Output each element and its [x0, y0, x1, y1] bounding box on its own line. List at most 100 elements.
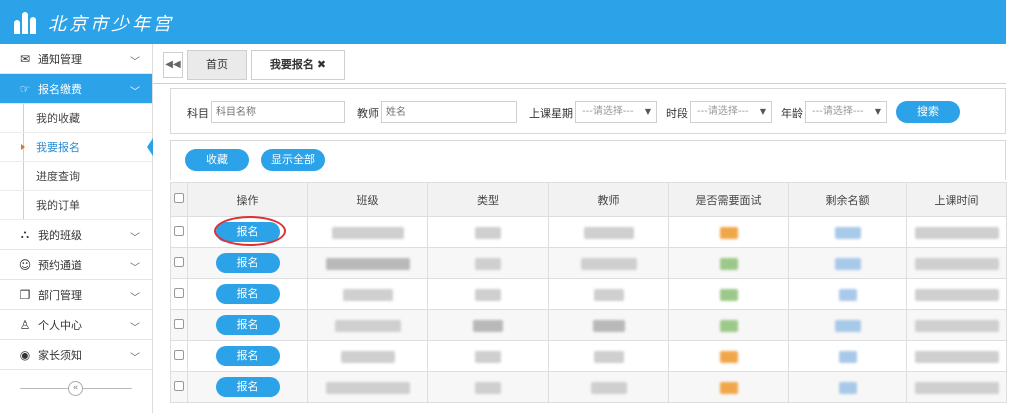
subject-label: 科目	[187, 107, 209, 120]
sidebar-item-notice[interactable]: ✉ 通知管理 ﹀	[0, 44, 152, 74]
table-row: 报名	[170, 247, 1007, 279]
current-arrow-icon	[21, 144, 25, 150]
sidebar-subitem-label: 我的订单	[36, 199, 80, 212]
double-chevron-left-icon[interactable]: «	[68, 381, 83, 396]
sidebar-item-registration[interactable]: ☞ 报名缴费 ﹀	[0, 74, 152, 104]
tab-signup[interactable]: 我要报名 ✖	[251, 50, 345, 80]
handshake-icon: ☺	[18, 257, 32, 272]
redacted-class	[340, 350, 395, 363]
logo-icon	[14, 12, 42, 34]
redacted-class	[331, 226, 404, 239]
redacted-class	[334, 319, 401, 332]
signup-button[interactable]: 报名	[215, 222, 280, 242]
sidebar-item-label: 通知管理	[38, 52, 82, 66]
age-select[interactable]: ---请选择--- ▼	[805, 101, 887, 123]
signup-button[interactable]: 报名	[215, 346, 280, 366]
redacted-teacher	[590, 381, 627, 394]
signup-button[interactable]: 报名	[215, 315, 280, 335]
redacted-seats[interactable]	[834, 257, 861, 270]
user-icon: ♙	[19, 317, 31, 332]
redacted-type	[475, 226, 501, 239]
redacted-interview	[719, 257, 738, 270]
redacted-interview	[719, 226, 738, 239]
weekday-label: 上课星期	[529, 107, 573, 120]
sidebar-item-label: 部门管理	[38, 288, 82, 302]
column-header: 剩余名额	[788, 182, 907, 217]
favorite-button[interactable]: 收藏	[185, 149, 249, 171]
org-chart-icon: ⛬	[20, 227, 30, 241]
chevron-down-icon: ﹀	[130, 323, 140, 334]
signup-button[interactable]: 报名	[215, 253, 280, 273]
tab-bar: ◀◀ 首页 我要报名 ✖	[153, 44, 1006, 84]
chevron-down-icon: ﹀	[130, 293, 140, 304]
sidebar-item-profile[interactable]: ♙ 个人中心 ﹀	[0, 310, 152, 340]
logo-text: 北京市少年宫	[48, 14, 174, 35]
teacher-input[interactable]	[381, 101, 517, 123]
column-header: 操作	[187, 182, 308, 217]
search-button[interactable]: 搜索	[896, 101, 960, 123]
table-header-row: 操作 班级 类型 教师 是否需要面试 剩余名额 上课时间	[170, 182, 1007, 217]
redacted-interview	[719, 319, 738, 332]
close-icon[interactable]: ✖	[317, 58, 326, 71]
subject-input[interactable]	[211, 101, 345, 123]
sidebar-subitem-favorites[interactable]: 我的收藏	[0, 104, 152, 133]
row-checkbox[interactable]	[174, 380, 184, 391]
app-header: 北京市少年宫	[0, 0, 1006, 44]
redacted-teacher	[592, 319, 625, 332]
row-checkbox[interactable]	[174, 225, 184, 236]
sidebar-item-parent-notice[interactable]: ◉ 家长须知 ﹀	[0, 340, 152, 370]
sidebar-item-department[interactable]: ❐ 部门管理 ﹀	[0, 280, 152, 310]
sidebar-subitem-orders[interactable]: 我的订单	[0, 191, 152, 220]
show-all-button[interactable]: 显示全部	[261, 149, 325, 171]
period-select[interactable]: ---请选择--- ▼	[690, 101, 772, 123]
logo: 北京市少年宫	[14, 10, 174, 36]
redacted-time	[914, 288, 999, 301]
sidebar-item-my-class[interactable]: ⛬ 我的班级 ﹀	[0, 220, 152, 250]
redacted-teacher	[593, 288, 624, 301]
redacted-teacher	[583, 226, 634, 239]
age-label: 年龄	[781, 107, 803, 120]
tab-scroll-left-button[interactable]: ◀◀	[163, 52, 183, 78]
redacted-teacher	[580, 257, 637, 270]
table-row: 报名	[170, 278, 1007, 310]
active-marker-icon	[147, 138, 153, 156]
sidebar-subitem-progress[interactable]: 进度查询	[0, 162, 152, 191]
row-checkbox[interactable]	[174, 349, 184, 360]
weekday-select[interactable]: ---请选择--- ▼	[575, 101, 657, 123]
signup-button[interactable]: 报名	[215, 377, 280, 397]
teacher-label: 教师	[357, 107, 379, 120]
redacted-type	[475, 350, 501, 363]
table-row: 报名	[170, 309, 1007, 341]
table-row: 报名	[170, 371, 1007, 403]
row-checkbox[interactable]	[174, 287, 184, 298]
sidebar-subitem-signup[interactable]: 我要报名	[0, 133, 153, 162]
redacted-seats[interactable]	[834, 226, 861, 239]
select-all-checkbox[interactable]	[170, 182, 188, 217]
chevron-down-icon: ﹀	[130, 87, 140, 98]
chevron-down-icon: ﹀	[130, 233, 140, 244]
dropdown-arrow-icon: ▼	[644, 107, 651, 116]
redacted-seats[interactable]	[838, 381, 857, 394]
column-header: 上课时间	[906, 182, 1007, 217]
signup-button[interactable]: 报名	[215, 284, 280, 304]
column-header: 类型	[427, 182, 549, 217]
redacted-class	[325, 381, 410, 394]
action-bar: 收藏 显示全部	[170, 140, 1006, 180]
row-checkbox[interactable]	[174, 318, 184, 329]
column-header: 教师	[548, 182, 669, 217]
sidebar-item-booking[interactable]: ☺ 预约通道 ﹀	[0, 250, 152, 280]
redacted-seats[interactable]	[834, 319, 861, 332]
hand-point-icon: ☞	[19, 81, 31, 96]
map-pin-icon: ◉	[19, 347, 31, 362]
redacted-teacher	[593, 350, 624, 363]
redacted-time	[914, 350, 999, 363]
redacted-time	[914, 381, 999, 394]
dropdown-arrow-icon: ▼	[759, 107, 766, 116]
row-checkbox[interactable]	[174, 256, 184, 267]
sidebar-collapse[interactable]: «	[20, 381, 132, 396]
chevron-down-icon: ﹀	[130, 263, 140, 274]
redacted-seats[interactable]	[838, 350, 857, 363]
redacted-class	[342, 288, 393, 301]
tab-home[interactable]: 首页	[187, 50, 247, 80]
redacted-seats[interactable]	[838, 288, 857, 301]
